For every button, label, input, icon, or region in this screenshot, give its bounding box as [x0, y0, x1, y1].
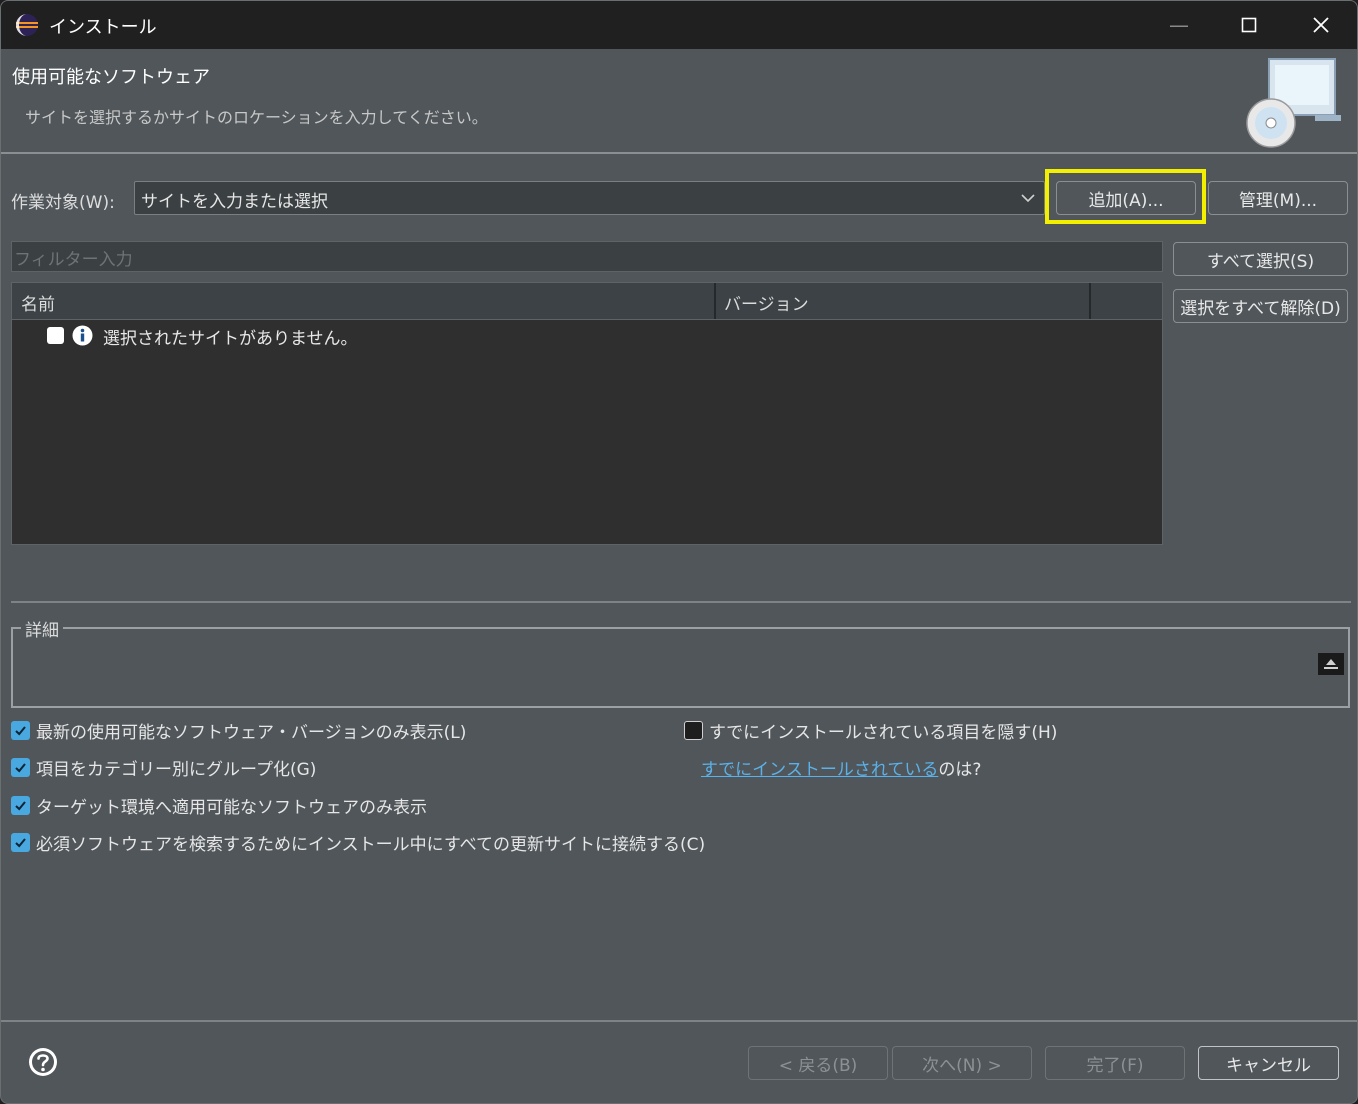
column-name[interactable]: 名前 — [21, 290, 55, 315]
details-panel — [11, 627, 1350, 708]
column-version[interactable]: バージョン — [724, 290, 809, 315]
deselect-all-button[interactable]: 選択をすべて解除(D) — [1173, 289, 1348, 323]
show-latest-checkbox[interactable] — [11, 720, 30, 740]
manage-sites-button[interactable]: 管理(M)... — [1208, 181, 1348, 215]
info-icon — [72, 325, 93, 346]
target-only-option[interactable]: ターゲット環境へ適用可能なソフトウェアのみ表示 — [11, 792, 427, 818]
details-separator — [11, 601, 1351, 603]
already-installed-row: すでにインストールされている のは? — [701, 754, 981, 780]
table-row[interactable]: 選択されたサイトがありません。 — [12, 321, 1162, 351]
work-with-label: 作業対象(W): — [11, 193, 115, 213]
show-latest-option[interactable]: 最新の使用可能なソフトウェア・バージョンのみ表示(L) — [11, 717, 466, 743]
window-title: インストール — [49, 17, 157, 38]
title-bar: インストール — — [1, 1, 1357, 49]
next-button[interactable]: 次へ(N) > — [892, 1046, 1032, 1080]
group-by-category-checkbox[interactable] — [11, 757, 30, 777]
contact-all-sites-label: 必須ソフトウェアを検索するためにインストール中にすべての更新サイトに接続する(C… — [36, 834, 706, 855]
check-icon — [15, 725, 26, 735]
already-installed-link[interactable]: すでにインストールされている — [701, 755, 938, 780]
column-divider[interactable] — [714, 283, 716, 319]
chevron-down-icon[interactable] — [1018, 188, 1038, 208]
check-icon — [15, 837, 26, 847]
eclipse-icon — [16, 14, 38, 36]
show-latest-label: 最新の使用可能なソフトウェア・バージョンのみ表示(L) — [36, 722, 467, 743]
hide-installed-checkbox[interactable] — [684, 720, 703, 740]
row-checkbox[interactable] — [47, 327, 64, 344]
target-only-checkbox[interactable] — [11, 795, 30, 815]
group-by-category-option[interactable]: 項目をカテゴリー別にグループ化(G) — [11, 754, 316, 780]
back-button[interactable]: < 戻る(B) — [748, 1046, 888, 1080]
maximize-button[interactable] — [1213, 1, 1285, 49]
maximize-icon — [1241, 17, 1257, 33]
check-icon — [15, 762, 26, 772]
close-button[interactable] — [1285, 1, 1357, 49]
install-dialog: インストール — 使用可能なソフトウェア サイトを選択するかサイトのロケーション… — [0, 0, 1358, 1104]
header-separator — [1, 152, 1357, 154]
software-table: 名前 バージョン 選択されたサイトがありません。 — [11, 282, 1163, 545]
computer-cd-icon — [1246, 58, 1341, 148]
details-legend: 詳細 — [21, 616, 63, 641]
page-header: 使用可能なソフトウェア サイトを選択するかサイトのロケーションを入力してください… — [1, 49, 1357, 153]
page-title: 使用可能なソフトウェア — [12, 67, 210, 88]
contact-all-sites-option[interactable]: 必須ソフトウェアを検索するためにインストール中にすべての更新サイトに接続する(C… — [11, 829, 705, 855]
hide-installed-label: すでにインストールされている項目を隠す(H) — [709, 722, 1058, 743]
work-with-combo[interactable]: サイトを入力または選択 — [134, 181, 1045, 215]
page-subtitle: サイトを選択するかサイトのロケーションを入力してください。 — [25, 108, 488, 127]
minimize-button[interactable]: — — [1143, 1, 1215, 49]
filter-input[interactable]: フィルター入力 — [11, 241, 1163, 272]
cancel-button[interactable]: キャンセル — [1198, 1046, 1339, 1080]
check-icon — [15, 800, 26, 810]
work-with-value: サイトを入力または選択 — [141, 192, 328, 212]
target-only-label: ターゲット環境へ適用可能なソフトウェアのみ表示 — [36, 797, 427, 818]
already-installed-suffix: のは? — [938, 759, 982, 780]
row-label: 選択されたサイトがありません。 — [103, 329, 358, 349]
contact-all-sites-checkbox[interactable] — [11, 832, 30, 852]
group-by-category-label: 項目をカテゴリー別にグループ化(G) — [36, 759, 317, 780]
table-header: 名前 バージョン — [12, 283, 1162, 320]
add-site-button[interactable]: 追加(A)... — [1056, 181, 1196, 215]
footer-separator — [1, 1020, 1357, 1022]
close-icon — [1313, 17, 1329, 33]
filter-placeholder: フィルター入力 — [14, 250, 133, 270]
finish-button[interactable]: 完了(F) — [1045, 1046, 1185, 1080]
help-icon[interactable] — [27, 1046, 59, 1078]
hide-installed-option[interactable]: すでにインストールされている項目を隠す(H) — [684, 717, 1057, 743]
column-divider[interactable] — [1089, 283, 1091, 319]
expand-details-icon[interactable] — [1318, 653, 1344, 675]
select-all-button[interactable]: すべて選択(S) — [1173, 242, 1348, 276]
